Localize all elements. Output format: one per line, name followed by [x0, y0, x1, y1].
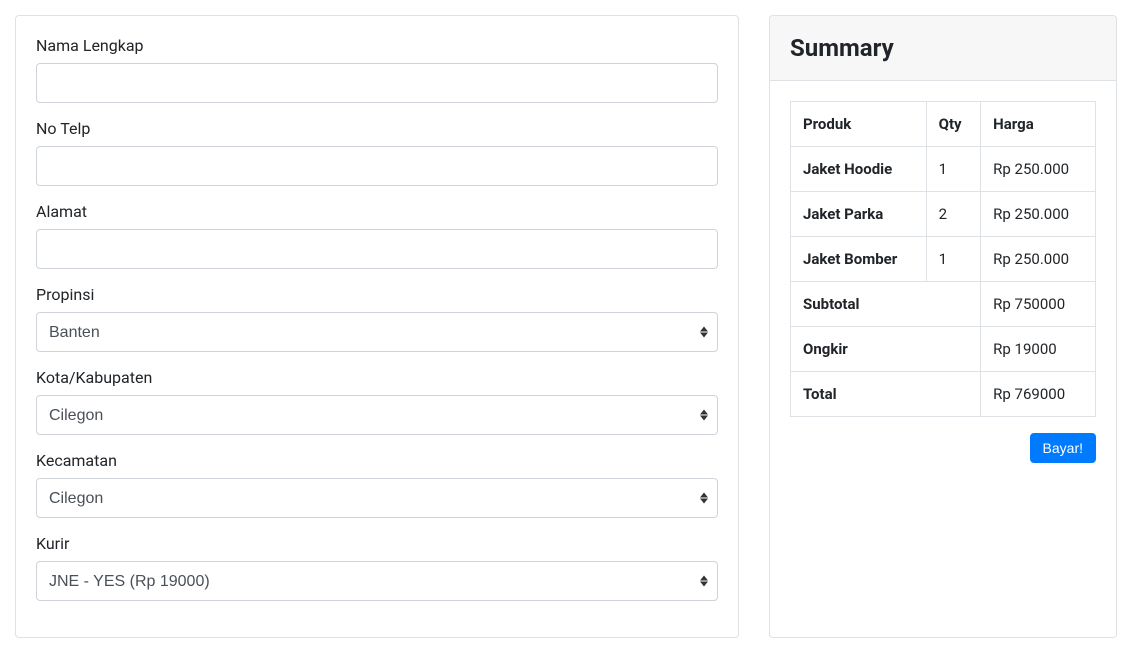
kecamatan-label: Kecamatan: [36, 451, 718, 470]
total-value: Rp 769000: [981, 372, 1096, 417]
kurir-label: Kurir: [36, 534, 718, 553]
kurir-select[interactable]: JNE - YES (Rp 19000): [36, 561, 718, 601]
cell-qty: 2: [926, 192, 981, 237]
cell-harga: Rp 250.000: [981, 237, 1096, 282]
cell-produk: Jaket Parka: [791, 192, 927, 237]
kota-label: Kota/Kabupaten: [36, 368, 718, 387]
kecamatan-select[interactable]: Cilegon: [36, 478, 718, 518]
kota-select[interactable]: Cilegon: [36, 395, 718, 435]
cell-harga: Rp 250.000: [981, 147, 1096, 192]
subtotal-label: Subtotal: [791, 282, 981, 327]
summary-table: Produk Qty Harga Jaket Hoodie 1 Rp 250.0…: [790, 101, 1096, 417]
col-harga: Harga: [981, 102, 1096, 147]
telp-label: No Telp: [36, 119, 718, 138]
cell-qty: 1: [926, 237, 981, 282]
cell-qty: 1: [926, 147, 981, 192]
nama-label: Nama Lengkap: [36, 36, 718, 55]
ongkir-label: Ongkir: [791, 327, 981, 372]
ongkir-row: Ongkir Rp 19000: [791, 327, 1096, 372]
alamat-label: Alamat: [36, 202, 718, 221]
propinsi-label: Propinsi: [36, 285, 718, 304]
cell-produk: Jaket Bomber: [791, 237, 927, 282]
table-row: Jaket Bomber 1 Rp 250.000: [791, 237, 1096, 282]
summary-header: Summary: [770, 16, 1116, 81]
col-produk: Produk: [791, 102, 927, 147]
pay-button[interactable]: Bayar!: [1030, 433, 1096, 463]
nama-input[interactable]: [36, 63, 718, 103]
subtotal-row: Subtotal Rp 750000: [791, 282, 1096, 327]
propinsi-select[interactable]: Banten: [36, 312, 718, 352]
subtotal-value: Rp 750000: [981, 282, 1096, 327]
table-row: Jaket Hoodie 1 Rp 250.000: [791, 147, 1096, 192]
summary-title: Summary: [790, 34, 1096, 62]
telp-input[interactable]: [36, 146, 718, 186]
checkout-form: Nama Lengkap No Telp Alamat Propinsi Ban…: [15, 15, 739, 638]
total-row: Total Rp 769000: [791, 372, 1096, 417]
table-row: Jaket Parka 2 Rp 250.000: [791, 192, 1096, 237]
summary-card: Summary Produk Qty Harga Jaket Hoodie 1 …: [769, 15, 1117, 638]
ongkir-value: Rp 19000: [981, 327, 1096, 372]
col-qty: Qty: [926, 102, 981, 147]
total-label: Total: [791, 372, 981, 417]
cell-produk: Jaket Hoodie: [791, 147, 927, 192]
cell-harga: Rp 250.000: [981, 192, 1096, 237]
alamat-input[interactable]: [36, 229, 718, 269]
